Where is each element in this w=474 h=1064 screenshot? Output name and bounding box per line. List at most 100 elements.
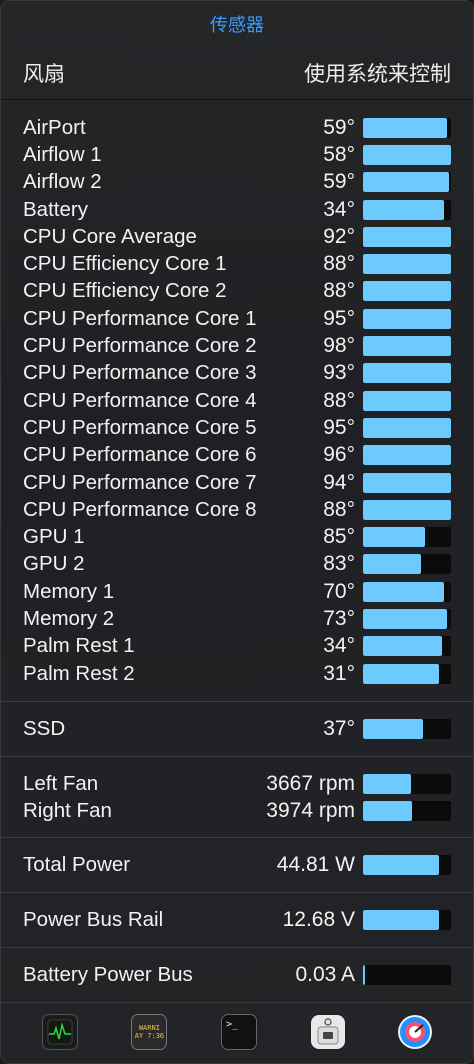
power-bus-rail-bar-fill (363, 910, 439, 931)
sensor-label: GPU 2 (23, 552, 85, 576)
sensor-label: CPU Performance Core 6 (23, 443, 257, 467)
console-icon-line1: WARNI (138, 1024, 160, 1032)
sensor-label: CPU Performance Core 1 (23, 306, 257, 330)
sensor-row: AirPort 59° (23, 114, 451, 141)
sensor-row: Memory 1 70° (23, 578, 451, 605)
sensor-bar (363, 554, 451, 575)
sensor-value: 70° (323, 579, 355, 603)
sensor-bar (363, 172, 451, 193)
fan-label-left: Left Fan (23, 771, 99, 795)
sensor-value: 34° (323, 634, 355, 658)
sensor-label: Memory 1 (23, 579, 115, 603)
fan-bar-fill (363, 773, 412, 794)
sensor-label: CPU Performance Core 8 (23, 497, 257, 521)
sensors-window: 传感器 风扇 使用系统来控制 AirPort 59° Airflow 1 58° Air… (0, 0, 474, 1064)
sensor-bar (363, 226, 451, 247)
sensor-label: Airflow 1 (23, 142, 102, 166)
sensor-value: 83° (323, 552, 355, 576)
sensor-bar-fill (363, 254, 451, 275)
sensor-value: 73° (323, 606, 355, 630)
sensor-row: CPU Efficiency Core 1 88° (23, 250, 451, 277)
sensor-label: CPU Core Average (23, 224, 197, 248)
power-bus-rail-section: Power Bus Rail 12.68 V (1, 893, 473, 949)
fans-section: Left Fan 3667 rpm Right Fan 3974 rpm (1, 757, 473, 839)
sensor-bar (363, 199, 451, 220)
terminal-icon[interactable]: >_ (220, 1014, 257, 1050)
sensor-row: CPU Performance Core 7 94° (23, 469, 451, 496)
sensor-label: CPU Performance Core 7 (23, 470, 257, 494)
sensor-bar (363, 581, 451, 602)
fan-row-right: Right Fan 3974 rpm (23, 797, 451, 824)
sensor-bar (363, 636, 451, 657)
sensor-bar-fill (363, 472, 451, 493)
sensor-bar-fill (363, 172, 450, 193)
sensor-bar-fill (363, 663, 439, 684)
sensor-bar (363, 144, 451, 165)
keychain-access-icon[interactable] (310, 1015, 345, 1049)
sensor-bar (363, 281, 451, 302)
total-power-bar (363, 855, 451, 876)
power-bus-rail-bar (363, 910, 451, 931)
sensor-bar (363, 527, 451, 548)
sensor-value: 59° (323, 115, 355, 139)
sensor-value: 88° (323, 388, 355, 412)
sensor-bar-fill (363, 199, 444, 220)
sensor-bar-fill (363, 499, 451, 520)
sensor-row: GPU 2 83° (23, 551, 451, 578)
sensor-label: GPU 1 (23, 525, 85, 549)
sensor-row: CPU Performance Core 3 93° (23, 360, 451, 387)
sensor-row: Airflow 2 59° (23, 169, 451, 196)
sensor-bar-fill (363, 117, 448, 138)
sensor-label: CPU Performance Core 3 (23, 361, 257, 385)
sensor-bar-fill (363, 527, 426, 548)
console-icon[interactable]: WARNI AY 7:36 (131, 1014, 168, 1050)
sensor-row: Airflow 1 58° (23, 141, 451, 168)
fan-control-mode[interactable]: 使用系统来控制 (304, 58, 451, 88)
sensor-bar-fill (363, 390, 451, 411)
battery-power-bus-value: 0.03 A (295, 963, 355, 987)
sensor-bar (363, 663, 451, 684)
sensor-bar (363, 390, 451, 411)
sensor-label: CPU Performance Core 4 (23, 388, 257, 412)
sensor-value: 96° (323, 443, 355, 467)
sensor-row: Memory 2 73° (23, 605, 451, 632)
activity-monitor-icon[interactable] (41, 1014, 78, 1050)
sensor-bar-fill (363, 581, 444, 602)
battery-power-bus-label: Battery Power Bus (23, 963, 193, 987)
sensor-bar (363, 417, 451, 438)
fan-bar-left (363, 773, 451, 794)
sensor-label: Battery (23, 197, 88, 221)
sensor-bar-fill (363, 363, 451, 384)
sensor-bar-fill (363, 281, 451, 302)
sensor-label: Memory 2 (23, 606, 115, 630)
battery-power-bus-bar (363, 965, 451, 986)
fan-value-left: 3667 rpm (266, 771, 355, 795)
battery-power-bus-section: Battery Power Bus 0.03 A (1, 948, 473, 1004)
app-shortcut-dock: WARNI AY 7:36 >_ (1, 1001, 473, 1063)
sensor-row: CPU Performance Core 2 98° (23, 332, 451, 359)
sensor-bar-fill (363, 144, 451, 165)
battery-power-bus-bar-fill (363, 965, 365, 986)
sensor-bar-fill (363, 226, 451, 247)
istat-menus-icon[interactable] (398, 1015, 433, 1049)
sensor-value: 94° (323, 470, 355, 494)
sensor-value: 31° (323, 661, 355, 685)
sensor-label: SSD (23, 717, 66, 741)
temperature-sensor-list: AirPort 59° Airflow 1 58° Airflow 2 59° Batter… (1, 100, 473, 703)
sensor-bar (363, 336, 451, 357)
sensor-bar (363, 608, 451, 629)
sensor-value: 95° (323, 415, 355, 439)
total-power-bar-fill (363, 855, 439, 876)
total-power-label: Total Power (23, 853, 131, 877)
sensor-value: 88° (323, 279, 355, 303)
sensor-row: CPU Performance Core 4 88° (23, 387, 451, 414)
fan-control-header[interactable]: 风扇 使用系统来控制 (1, 47, 473, 100)
total-power-section: Total Power 44.81 W (1, 838, 473, 894)
sensor-bar-fill (363, 608, 448, 629)
sensor-row: Palm Rest 1 34° (23, 633, 451, 660)
sensor-value: 88° (323, 252, 355, 276)
sensor-value: 58° (323, 142, 355, 166)
power-bus-rail-label: Power Bus Rail (23, 908, 164, 932)
sensor-label: Palm Rest 1 (23, 634, 135, 658)
fan-bar-right (363, 800, 451, 821)
